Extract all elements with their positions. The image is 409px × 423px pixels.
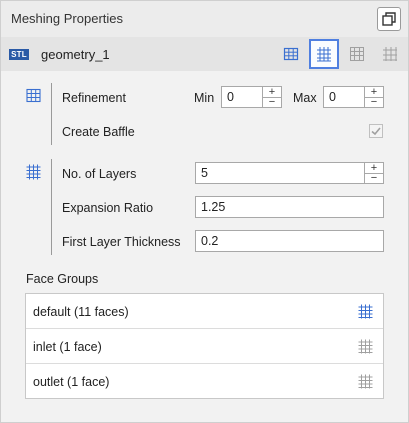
face-group-label: inlet (1 face): [33, 340, 102, 354]
volume-grid-icon[interactable]: [358, 304, 373, 319]
num-layers-stepper[interactable]: 5 + −: [195, 162, 384, 184]
refinement-min-value: 0: [227, 90, 234, 104]
volume-grid-icon[interactable]: [358, 339, 373, 354]
panel-title: Meshing Properties: [11, 11, 123, 26]
volume-grid-icon: [317, 47, 331, 62]
first-layer-thickness-field[interactable]: 0.2: [195, 230, 384, 252]
create-baffle-label: Create Baffle: [62, 125, 135, 139]
face-groups-title: Face Groups: [26, 272, 99, 286]
popout-window-icon: [382, 12, 396, 26]
stepper-buttons: + −: [364, 87, 383, 108]
face-groups-list: default (11 faces) inlet (1 face) outlet…: [25, 293, 384, 399]
refinement-max-stepper[interactable]: 0 + −: [323, 86, 384, 108]
expansion-ratio-label: Expansion Ratio: [62, 201, 154, 215]
surface-mesh-mode-button[interactable]: [276, 39, 306, 69]
cell-grid-icon: [383, 47, 397, 61]
volume-mesh-mode-button[interactable]: [309, 39, 339, 69]
expansion-ratio-field[interactable]: 1.25: [195, 196, 384, 218]
meshing-properties-panel: Meshing Properties STL geometry_1 Refine…: [0, 0, 409, 423]
geometry-row[interactable]: STL geometry_1: [1, 37, 408, 71]
volume-grid-icon: [26, 164, 41, 180]
geometry-name: geometry_1: [41, 47, 110, 62]
max-label: Max: [293, 91, 317, 105]
decrement-button[interactable]: −: [263, 97, 281, 108]
list-item[interactable]: outlet (1 face): [26, 364, 383, 399]
list-item[interactable]: inlet (1 face): [26, 329, 383, 364]
volume-grid-icon[interactable]: [358, 374, 373, 389]
section-divider: [51, 83, 52, 145]
refinement-label: Refinement: [62, 91, 126, 105]
first-layer-thickness-value: 0.2: [201, 234, 219, 248]
min-label: Min: [194, 91, 215, 105]
face-group-label: default (11 faces): [33, 305, 129, 319]
panel-header: Meshing Properties: [1, 1, 408, 37]
decrement-button[interactable]: −: [365, 97, 383, 108]
stl-file-icon: STL: [9, 49, 29, 60]
refinement-min-stepper[interactable]: 0 + −: [221, 86, 282, 108]
layer-mesh-mode-button[interactable]: [342, 39, 372, 69]
expansion-ratio-value: 1.25: [201, 200, 226, 214]
refinement-max-value: 0: [329, 90, 336, 104]
first-layer-thickness-label: First Layer Thickness: [62, 235, 181, 249]
section-divider: [51, 159, 52, 255]
create-baffle-checkbox[interactable]: [369, 124, 383, 138]
layer-grid-icon: [350, 47, 364, 61]
stepper-buttons: + −: [364, 163, 383, 184]
checkmark-icon: [371, 127, 381, 136]
num-layers-value: 5: [201, 166, 208, 180]
surface-grid-icon: [283, 47, 299, 61]
cell-mesh-mode-button[interactable]: [375, 39, 405, 69]
surface-grid-icon: [26, 88, 41, 103]
decrement-button[interactable]: −: [365, 173, 383, 184]
popout-button[interactable]: [377, 7, 401, 31]
num-layers-label: No. of Layers: [62, 167, 137, 181]
face-group-label: outlet (1 face): [33, 375, 110, 389]
stepper-buttons: + −: [262, 87, 281, 108]
list-item[interactable]: default (11 faces): [26, 294, 383, 329]
